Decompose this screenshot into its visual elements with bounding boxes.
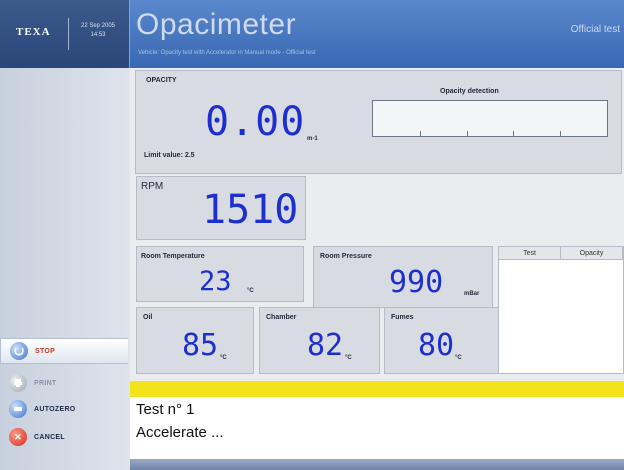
column-header-test[interactable]: Test [499,247,561,259]
stop-icon [10,342,28,360]
oil-value: 85 [182,328,219,363]
rpm-value: 1510 [202,187,299,233]
print-label: PRINT [34,379,57,387]
chamber-label: Chamber [266,314,297,321]
print-button[interactable]: PRINT [0,370,128,396]
cancel-button[interactable]: ✕ CANCEL [0,424,128,450]
opacity-detection-bar [372,100,608,137]
date-text: 22 Sep 2005 [80,23,116,29]
opacity-detection-label: Opacity detection [440,88,499,95]
time-text: 14:53 [90,32,106,38]
oil-label: Oil [143,314,153,321]
brand-separator [68,18,69,50]
results-table-header: Test Opacity [499,247,623,260]
results-table[interactable]: Test Opacity [498,246,624,374]
room-temperature-unit: °C [247,288,254,294]
cancel-icon: ✕ [9,428,27,446]
cancel-label: CANCEL [34,433,65,441]
instruction-text: Accelerate ... [136,424,224,441]
room-temperature-label: Room Temperature [141,253,205,260]
status-bar [130,381,624,397]
brand-panel: TEXA 22 Sep 2005 14:53 [0,0,130,68]
subtitle: Vehicle: Opacity test with Accelerator i… [138,50,316,56]
room-pressure-unit: mBar [464,291,480,297]
room-temperature-value: 23 [199,266,232,297]
fumes-unit: °C [455,355,462,361]
room-pressure-label: Room Pressure [320,253,372,260]
opacity-unit: m-1 [307,136,318,142]
autozero-button[interactable]: AUTOZERO [0,396,128,422]
chamber-unit: °C [345,355,352,361]
stop-label: STOP [35,347,56,355]
test-number-text: Test n° 1 [136,401,195,418]
bottom-strip [130,459,624,470]
room-pressure-value: 990 [389,265,444,300]
chamber-value: 82 [307,328,344,363]
opacity-label: OPACITY [146,77,177,84]
app-title: Opacimeter [136,8,297,41]
rpm-label: RPM [141,181,164,192]
stop-button[interactable]: STOP [0,338,128,364]
autozero-label: AUTOZERO [34,405,76,413]
fumes-label: Fumes [391,314,414,321]
opacity-value: 0.00 [205,99,306,145]
date-time: 22 Sep 2005 14:53 [70,22,126,40]
test-mode-label: Official test [570,24,620,35]
texa-logo: TEXA [16,26,51,38]
title-bar: Opacimeter Official test Vehicle: Opacit… [130,0,624,68]
column-header-opacity[interactable]: Opacity [561,247,623,259]
limit-value: Limit value: 2.5 [144,152,195,159]
autozero-icon [9,400,27,418]
print-icon [9,374,27,392]
fumes-value: 80 [418,328,455,363]
oil-unit: °C [220,355,227,361]
